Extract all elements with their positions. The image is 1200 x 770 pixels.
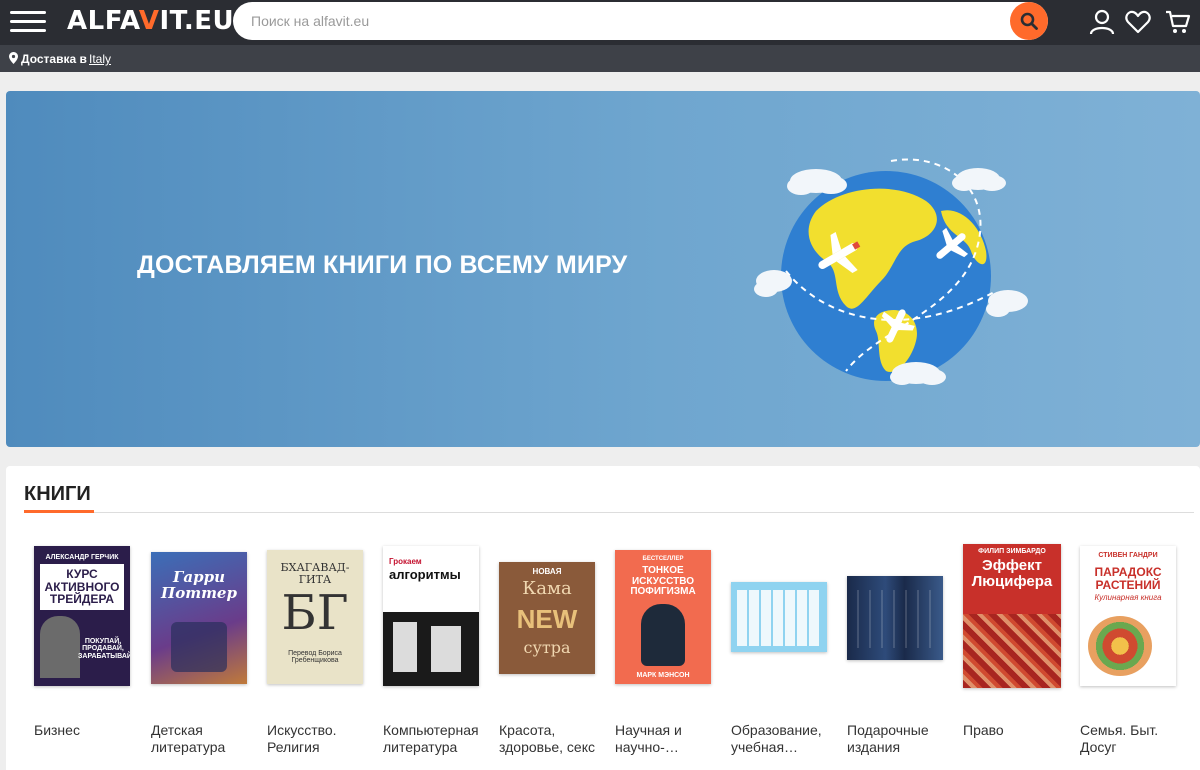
- search-icon: [1020, 12, 1038, 30]
- book-cover: НОВАЯ Кама NEW сутра: [499, 562, 595, 674]
- heart-icon[interactable]: [1124, 8, 1152, 36]
- cover-big-letters: БГ: [281, 585, 349, 641]
- category-card-gift-editions[interactable]: Подарочные издания: [847, 546, 955, 770]
- books-section: КНИГИ АЛЕКСАНДР ГЕРЧИК КУРС АКТИВНОГО ТР…: [6, 466, 1200, 770]
- category-label: Красота, здоровье, секс: [499, 722, 596, 755]
- category-card-science[interactable]: БЕСТСЕЛЛЕР ТОНКОЕ ИСКУССТВО ПОФИГИЗМА МА…: [615, 546, 723, 770]
- category-label: Подарочные издания: [847, 722, 929, 755]
- delivery-bar: Доставка в Italy: [0, 45, 1200, 72]
- banner-text: ДОСТАВЛЯЕМ КНИГИ ПО ВСЕМУ МИРУ: [137, 251, 628, 279]
- category-label: Образование, учебная…: [731, 722, 822, 755]
- logo-accent: V: [138, 6, 160, 36]
- menu-icon[interactable]: [10, 10, 46, 34]
- category-label: Научная и научно-…: [615, 722, 682, 755]
- section-title[interactable]: КНИГИ: [24, 483, 91, 506]
- category-card-business[interactable]: АЛЕКСАНДР ГЕРЧИК КУРС АКТИВНОГО ТРЕЙДЕРА…: [34, 546, 142, 770]
- book-cover: Грокаем алгоритмы: [383, 546, 479, 686]
- section-divider: [94, 512, 1194, 513]
- delivery-country-link[interactable]: Italy: [89, 52, 111, 66]
- category-label: Право: [963, 722, 1004, 738]
- cover-title: алгоритмы: [389, 567, 461, 582]
- cover-title: Гарри Поттер: [161, 568, 237, 602]
- cover-top: СТИВЕН ГАНДРИ: [1098, 552, 1158, 559]
- category-label: Компьютерная литература: [383, 722, 479, 755]
- cover-top: ФИЛИП ЗИМБАРДО: [978, 548, 1046, 555]
- cover-top: БЕСТСЕЛЛЕР: [642, 556, 684, 562]
- category-card-education[interactable]: Образование, учебная…: [731, 546, 839, 770]
- logo-suffix: IT.EU: [159, 6, 235, 36]
- category-label: Искусство. Религия: [267, 722, 337, 755]
- search-button[interactable]: [1010, 2, 1048, 40]
- category-label: Детская литература: [151, 722, 226, 755]
- book-cover: [847, 576, 943, 660]
- cover-title: Кама: [522, 578, 572, 599]
- book-cover: [731, 582, 827, 652]
- delivery-label: Доставка в: [21, 52, 87, 66]
- category-card-law[interactable]: ФИЛИП ЗИМБАРДО Эффект Люцифера Право: [963, 544, 1071, 770]
- cover-big: NEW: [516, 604, 578, 634]
- search-input[interactable]: [251, 2, 1011, 40]
- category-card-art-religion[interactable]: БХАГАВАД-ГИТА БГ Перевод Бориса Гребенщи…: [267, 546, 375, 770]
- book-cover: Гарри Поттер: [151, 552, 247, 684]
- cover-title: БХАГАВАД-ГИТА: [280, 561, 350, 586]
- book-cover: ФИЛИП ЗИМБАРДО Эффект Люцифера: [963, 544, 1061, 688]
- cover-subtitle: Перевод Бориса Гребенщикова: [288, 650, 342, 665]
- book-cover: АЛЕКСАНДР ГЕРЧИК КУРС АКТИВНОГО ТРЕЙДЕРА…: [34, 546, 130, 686]
- cover-subtitle: ПОКУПАЙ, ПРОДАВАЙ, ЗАРАБАТЫВАЙ: [78, 638, 130, 660]
- category-card-computers[interactable]: Грокаем алгоритмы Компьютерная литератур…: [383, 546, 491, 770]
- cover-top: Грокаем: [389, 557, 422, 566]
- cover-top: НОВАЯ: [532, 567, 562, 576]
- cover-author: АЛЕКСАНДР ГЕРЧИК: [45, 554, 119, 561]
- category-label: Семья. Быт. Досуг: [1080, 722, 1159, 755]
- cover-title: КУРС АКТИВНОГО ТРЕЙДЕРА: [44, 567, 120, 607]
- search-bar: [233, 2, 1048, 40]
- user-icon[interactable]: [1088, 8, 1116, 36]
- book-cover: БХАГАВАД-ГИТА БГ Перевод Бориса Гребенщи…: [267, 550, 363, 684]
- cover-title: ПАРАДОКС РАСТЕНИЙ: [1094, 565, 1162, 592]
- category-label: Бизнес: [34, 722, 80, 738]
- cover-subtitle: Кулинарная книга: [1094, 593, 1162, 602]
- location-pin-icon: [9, 52, 18, 64]
- category-card-beauty-health[interactable]: НОВАЯ Кама NEW сутра Красота, здоровье, …: [499, 546, 607, 770]
- title-underline: [24, 510, 94, 513]
- top-navbar: ALFAVIT.EU: [0, 0, 1200, 45]
- book-cover: СТИВЕН ГАНДРИ ПАРАДОКС РАСТЕНИЙ Кулинарн…: [1080, 546, 1176, 686]
- logo-prefix: ALFA: [67, 6, 139, 36]
- promo-banner[interactable]: ДОСТАВЛЯЕМ КНИГИ ПО ВСЕМУ МИРУ: [6, 91, 1200, 447]
- category-card-children[interactable]: Гарри Поттер Детская литература: [151, 546, 259, 770]
- site-logo[interactable]: ALFAVIT.EU: [67, 6, 234, 36]
- cover-subtitle: сутра: [523, 638, 571, 657]
- cover-subtitle: МАРК МЭНСОН: [636, 672, 690, 679]
- cart-icon[interactable]: [1164, 8, 1192, 36]
- category-card-family-leisure[interactable]: СТИВЕН ГАНДРИ ПАРАДОКС РАСТЕНИЙ Кулинарн…: [1080, 546, 1188, 770]
- cover-title: ТОНКОЕ ИСКУССТВО ПОФИГИЗМА: [630, 565, 696, 597]
- book-cover: БЕСТСЕЛЛЕР ТОНКОЕ ИСКУССТВО ПОФИГИЗМА МА…: [615, 550, 711, 684]
- cover-title: Эффект Люцифера: [971, 557, 1053, 590]
- globe-illustration: [754, 158, 1028, 385]
